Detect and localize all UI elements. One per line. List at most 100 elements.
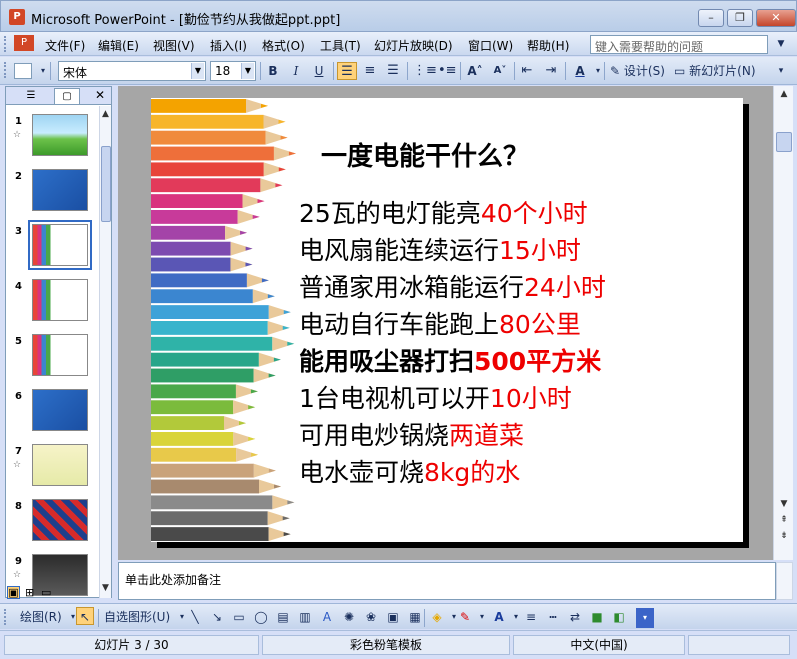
clipart-icon[interactable]: ❀ [362, 608, 380, 626]
thumbnail-image[interactable] [32, 444, 88, 486]
italic-button[interactable]: I [287, 62, 305, 80]
arrow-style-icon[interactable]: ⇄ [566, 608, 584, 626]
chevron-down-icon[interactable]: ▼ [241, 63, 254, 79]
new-document-icon[interactable] [14, 63, 32, 79]
underline-button[interactable]: U [310, 62, 328, 80]
font-color-icon[interactable]: A [490, 608, 508, 626]
scroll-up-icon[interactable]: ▲ [776, 86, 792, 102]
dash-style-icon[interactable]: ┅ [544, 608, 562, 626]
chevron-down-icon[interactable]: ▾ [473, 608, 491, 626]
slide-line[interactable]: 电动自行车能跑上80公里 [299, 305, 581, 341]
scroll-up-icon[interactable]: ▲ [100, 106, 111, 122]
thumbnail-image[interactable] [32, 279, 88, 321]
menu-insert[interactable]: 插入(I) [210, 37, 247, 54]
slide-thumbnail[interactable]: 3 [6, 220, 102, 274]
bullet-list-icon[interactable]: •≡ [438, 62, 457, 80]
thumbnail-image[interactable] [32, 334, 88, 376]
image-icon[interactable]: ▦ [406, 608, 424, 626]
font-name-select[interactable]: 宋体 ▼ [58, 61, 206, 81]
increase-indent-icon[interactable]: ⇥ [542, 62, 560, 80]
sorter-view-icon[interactable]: ⊞ [25, 586, 34, 599]
decrease-indent-icon[interactable]: ⇤ [518, 62, 536, 80]
textbox-icon[interactable]: ▤ [274, 608, 292, 626]
line-icon[interactable]: ╲ [186, 608, 204, 626]
help-dropdown-icon[interactable]: ▼ [772, 35, 790, 53]
thumbnail-image[interactable] [32, 499, 88, 541]
close-icon[interactable]: ✕ [95, 88, 105, 102]
panel-scrollbar[interactable]: ▲ ▼ [99, 106, 111, 598]
slide-line[interactable]: 电风扇能连续运行15小时 [299, 231, 581, 267]
slide-thumbnail[interactable]: 4 [6, 279, 102, 329]
menu-format[interactable]: 格式(O) [262, 37, 305, 54]
diagram-icon[interactable]: ✺ [340, 608, 358, 626]
chevron-down-icon[interactable]: ▼ [191, 63, 204, 79]
thumbnail-image[interactable] [32, 389, 88, 431]
shadow-icon[interactable]: ■ [588, 608, 606, 626]
slide-line[interactable]: 普通家用冰箱能运行24小时 [299, 268, 606, 304]
normal-view-icon[interactable]: ▣ [7, 586, 20, 599]
toolbar-options-icon[interactable]: ▾ [636, 608, 654, 628]
next-slide-icon[interactable]: ⇟ [776, 528, 792, 544]
slide-thumbnail[interactable]: 8 [6, 499, 102, 549]
slide-thumbnail[interactable]: 2 [6, 169, 102, 219]
notes-scrollbar[interactable] [776, 562, 793, 600]
draw-menu-button[interactable]: 绘图(R) [20, 608, 62, 626]
menu-tools[interactable]: 工具(T) [320, 37, 361, 54]
minimize-button[interactable]: – [698, 9, 724, 27]
thumbnail-image[interactable] [32, 114, 88, 156]
slide-line[interactable]: 25瓦的电灯能亮40个小时 [299, 194, 588, 230]
close-button[interactable]: ✕ [756, 9, 796, 27]
design-button[interactable]: ✎ 设计(S) [610, 62, 670, 80]
new-slide-button[interactable]: ▭ 新幻灯片(N) [674, 62, 766, 80]
thumbnail-image[interactable] [28, 220, 92, 270]
picture-icon[interactable]: ▣ [384, 608, 402, 626]
scroll-thumb[interactable] [776, 132, 792, 152]
slide-thumbnail[interactable]: 1 ☆ [6, 114, 102, 164]
slide-thumbnail[interactable]: 5 [6, 334, 102, 384]
align-right-icon[interactable]: ☰ [384, 62, 402, 80]
menu-window[interactable]: 窗口(W) [468, 37, 513, 54]
font-size-select[interactable]: 18 ▼ [210, 61, 256, 81]
slide-line[interactable]: 能用吸尘器打扫500平方米 [299, 342, 601, 378]
vertical-textbox-icon[interactable]: ▥ [296, 608, 314, 626]
menu-help[interactable]: 帮助(H) [527, 37, 569, 54]
scroll-thumb[interactable] [101, 146, 111, 222]
slides-tab[interactable]: ▢ [54, 88, 80, 104]
slide-line[interactable]: 可用电炒锅烧两道菜 [299, 416, 524, 452]
outline-tab[interactable]: ☰ [18, 88, 44, 104]
align-left-icon[interactable]: ☰ [337, 62, 357, 80]
menu-edit[interactable]: 编辑(E) [98, 37, 139, 54]
select-pointer-icon[interactable]: ↖ [76, 607, 94, 625]
thumbnail-image[interactable] [32, 169, 88, 211]
oval-icon[interactable]: ◯ [252, 608, 270, 626]
slideshow-view-icon[interactable]: ▭ [41, 586, 51, 599]
toolbar-options-icon[interactable]: ▾ [772, 62, 790, 80]
menu-slideshow[interactable]: 幻灯片放映(D) [374, 37, 453, 54]
slide-scrollbar[interactable]: ▲ ▼ ⇞ ⇟ [773, 86, 793, 560]
line-color-icon[interactable]: ✎ [456, 608, 474, 626]
line-style-icon[interactable]: ≡ [522, 608, 540, 626]
increase-font-icon[interactable]: A˄ [466, 62, 484, 80]
slide-title[interactable]: 一度电能干什么？ [321, 136, 529, 173]
document-icon[interactable]: P [14, 35, 34, 51]
arrow-icon[interactable]: ↘ [208, 608, 226, 626]
autoshapes-button[interactable]: 自选图形(U) [104, 608, 170, 626]
menu-file[interactable]: 文件(F) [45, 37, 85, 54]
notes-pane[interactable]: 单击此处添加备注 [118, 562, 776, 600]
restore-button[interactable]: ❐ [727, 9, 753, 27]
decrease-font-icon[interactable]: A˅ [491, 62, 509, 80]
3d-icon[interactable]: ◧ [610, 608, 628, 626]
numbered-list-icon[interactable]: ⋮≡ [413, 62, 437, 80]
slide-line[interactable]: 电水壶可烧8kg的水 [299, 453, 520, 489]
fill-color-icon[interactable]: ◈ [428, 608, 446, 626]
help-search-input[interactable]: 键入需要帮助的问题 [590, 35, 768, 54]
scroll-down-icon[interactable]: ▼ [776, 496, 792, 512]
slide-thumbnail[interactable]: 6 [6, 389, 102, 439]
rectangle-icon[interactable]: ▭ [230, 608, 248, 626]
previous-slide-icon[interactable]: ⇞ [776, 512, 792, 528]
font-color-icon[interactable]: A [571, 62, 589, 80]
slide-line[interactable]: 1台电视机可以开10小时 [299, 379, 572, 415]
current-slide[interactable]: 一度电能干什么？ 25瓦的电灯能亮40个小时 电风扇能连续运行15小时 普通家用冰箱… [151, 98, 743, 542]
bold-button[interactable]: B [264, 62, 282, 80]
align-center-icon[interactable]: ≡ [361, 62, 379, 80]
